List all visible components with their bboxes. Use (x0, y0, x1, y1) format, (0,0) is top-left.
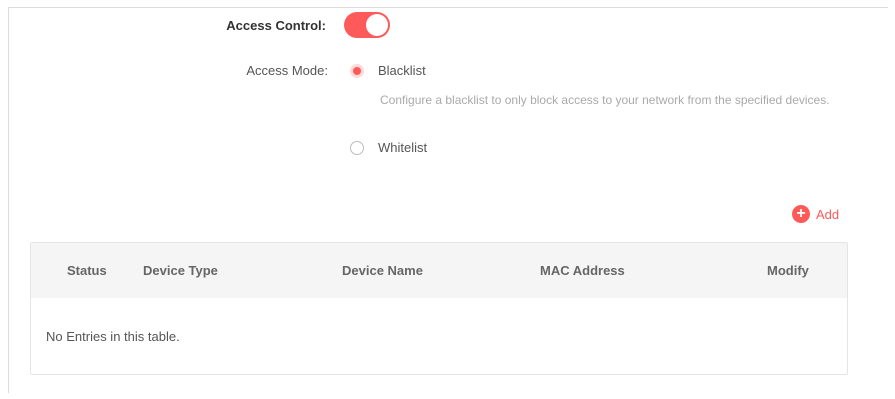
access-control-toggle[interactable] (344, 12, 390, 38)
column-header-status: Status (67, 263, 107, 278)
blacklist-radio[interactable] (350, 64, 364, 78)
blacklist-label[interactable]: Blacklist (378, 63, 426, 78)
column-header-device-type: Device Type (143, 263, 218, 278)
add-button[interactable]: + Add (792, 205, 839, 223)
device-table: Status Device Type Device Name MAC Addre… (30, 242, 848, 375)
blacklist-description: Configure a blacklist to only block acce… (380, 93, 830, 107)
plus-circle-icon: + (792, 205, 810, 223)
table-header: Status Device Type Device Name MAC Addre… (31, 243, 847, 298)
column-header-device-name: Device Name (342, 263, 423, 278)
toggle-knob (366, 14, 388, 36)
access-control-label: Access Control: (226, 18, 326, 33)
whitelist-label[interactable]: Whitelist (378, 140, 427, 155)
whitelist-radio[interactable] (350, 141, 364, 155)
access-mode-label: Access Mode: (246, 63, 328, 78)
empty-table-message: No Entries in this table. (46, 329, 180, 344)
add-label: Add (816, 206, 840, 222)
column-header-mac-address: MAC Address (540, 263, 625, 278)
column-header-modify: Modify (767, 263, 809, 278)
